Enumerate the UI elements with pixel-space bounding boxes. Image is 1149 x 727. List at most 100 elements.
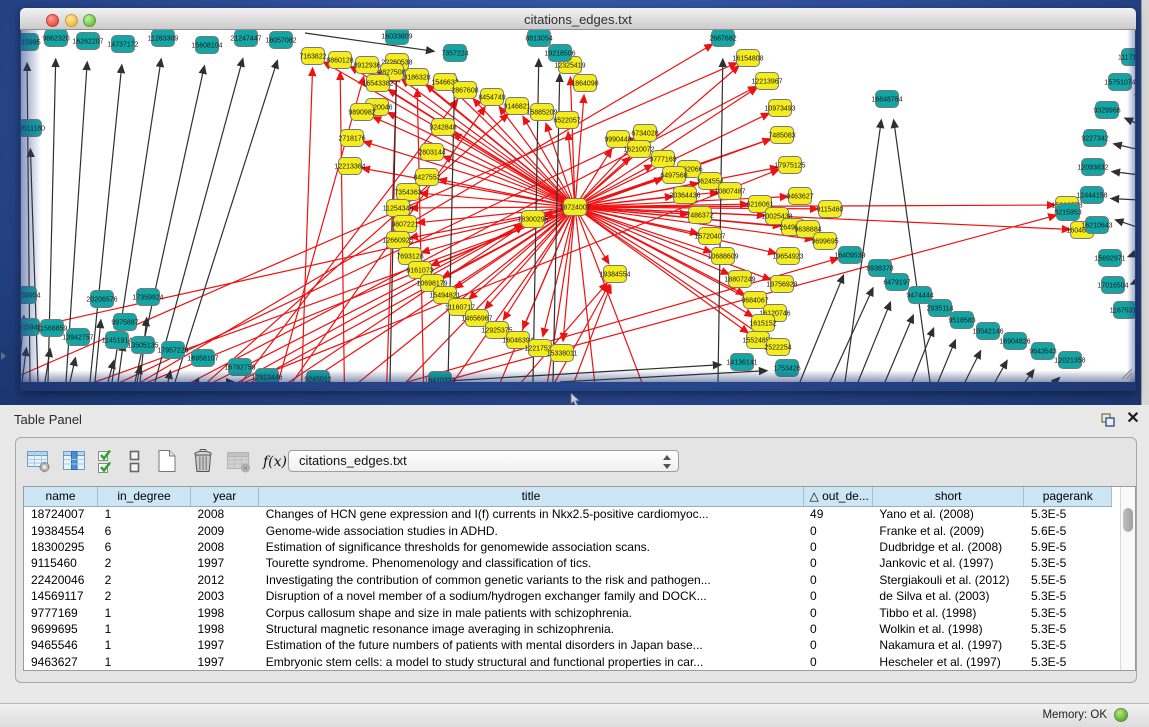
column-header-out_de[interactable]: △ out_de... xyxy=(803,487,872,506)
table-cell[interactable]: 5.5E-5 xyxy=(1024,572,1112,588)
table-cell[interactable]: 1998 xyxy=(190,621,258,637)
graph-edge[interactable] xyxy=(305,33,433,51)
table-cell[interactable]: 0 xyxy=(803,522,872,538)
collapsed-panel-arrow-icon[interactable] xyxy=(1,352,6,360)
table-cell[interactable]: 18724007 xyxy=(24,506,98,522)
table-cell[interactable]: 1997 xyxy=(190,637,258,653)
column-header-pagerank[interactable]: pagerank xyxy=(1024,487,1112,506)
citation-graph[interactable]: 1872400771638228860128891293622260538982… xyxy=(21,30,1135,382)
graph-edge[interactable] xyxy=(1132,280,1135,284)
table-cell[interactable]: 2012 xyxy=(190,572,258,588)
vertical-scrollbar[interactable] xyxy=(1120,487,1135,670)
table-row[interactable]: 911546021997Tourette syndrome. Phenomeno… xyxy=(24,555,1112,571)
table-cell[interactable]: 1 xyxy=(98,621,191,637)
table-row[interactable]: 1456911722003Disruption of a novel membe… xyxy=(24,588,1112,604)
table-cell[interactable]: Hescheler et al. (1997) xyxy=(872,654,1024,670)
select-column-icon[interactable] xyxy=(61,448,89,474)
table-cell[interactable]: 5.3E-5 xyxy=(1024,654,1112,670)
table-cell[interactable]: 2003 xyxy=(190,588,258,604)
table-cell[interactable]: 5.3E-5 xyxy=(1024,637,1112,653)
table-cell[interactable]: Franke et al. (2009) xyxy=(872,522,1024,538)
table-cell[interactable]: 5.3E-5 xyxy=(1024,621,1112,637)
table-row[interactable]: 969969511998Structural magnetic resonanc… xyxy=(24,621,1112,637)
table-row[interactable]: 946554611997Estimation of the future num… xyxy=(24,637,1112,653)
table-cell[interactable]: Nakamura et al. (1997) xyxy=(872,637,1024,653)
graph-edge[interactable] xyxy=(1055,378,1059,382)
table-cell[interactable]: Jankovic et al. (1997) xyxy=(872,555,1024,571)
table-cell[interactable]: Embryonic stem cells: a model to study s… xyxy=(259,654,803,670)
graph-edge[interactable] xyxy=(912,329,933,382)
graph-edge[interactable] xyxy=(938,341,955,382)
table-cell[interactable]: Tibbo et al. (1998) xyxy=(872,604,1024,620)
graph-edge[interactable] xyxy=(1112,199,1135,200)
graph-edge[interactable] xyxy=(995,361,1007,382)
column-header-in_degree[interactable]: in_degree xyxy=(98,487,191,506)
table-cell[interactable]: Tourette syndrome. Phenomenology and cla… xyxy=(259,555,803,571)
table-cell[interactable]: 9699695 xyxy=(24,621,98,637)
table-cell[interactable]: 2009 xyxy=(190,522,258,538)
table-cell[interactable]: 2 xyxy=(98,572,191,588)
graph-edge[interactable] xyxy=(1116,220,1135,228)
table-cell[interactable]: 6 xyxy=(98,539,191,555)
graph-edge[interactable] xyxy=(1129,252,1135,256)
table-cell[interactable]: 49 xyxy=(803,506,872,522)
table-cell[interactable]: 0 xyxy=(803,539,872,555)
table-row[interactable]: 2242004622012Investigating the contribut… xyxy=(24,572,1112,588)
table-cell[interactable]: 9463627 xyxy=(24,654,98,670)
table-cell[interactable]: Yano et al. (2008) xyxy=(872,506,1024,522)
graph-edge[interactable] xyxy=(1113,172,1135,175)
table-cell[interactable]: 5.6E-5 xyxy=(1024,522,1112,538)
table-row[interactable]: 1938455462009Genome-wide association stu… xyxy=(24,522,1112,538)
table-cell[interactable]: 1 xyxy=(98,654,191,670)
graph-edge[interactable] xyxy=(858,303,890,382)
table-cell[interactable]: 18300295 xyxy=(24,539,98,555)
graph-edge[interactable] xyxy=(885,316,913,382)
table-cell[interactable]: 14569117 xyxy=(24,588,98,604)
table-cell[interactable]: 1997 xyxy=(190,555,258,571)
table-cell[interactable]: Changes of HCN gene expression and I(f) … xyxy=(259,506,803,522)
table-cell[interactable]: 9465546 xyxy=(24,637,98,653)
table-cell[interactable]: 6 xyxy=(98,522,191,538)
table-cell[interactable]: 0 xyxy=(803,637,872,653)
table-row[interactable]: 1830029562008Estimation of significance … xyxy=(24,539,1112,555)
table-cell[interactable]: Disruption of a novel member of a sodium… xyxy=(259,588,803,604)
table-cell[interactable]: 1997 xyxy=(190,654,258,670)
table-row[interactable]: 1872400712008Changes of HCN gene express… xyxy=(24,506,1112,522)
delete-icon[interactable] xyxy=(189,448,217,474)
function-builder-icon[interactable]: f(x) xyxy=(261,448,289,474)
table-cell[interactable]: 2008 xyxy=(190,506,258,522)
window-titlebar[interactable]: citations_edges.txt xyxy=(20,8,1136,30)
column-header-name[interactable]: name xyxy=(24,487,98,506)
table-cell[interactable]: 9777169 xyxy=(24,604,98,620)
network-canvas[interactable]: 1872400771638228860128891293622260538982… xyxy=(21,30,1135,382)
table-cell[interactable]: 2008 xyxy=(190,539,258,555)
table-cell[interactable]: de Silva et al. (2003) xyxy=(872,588,1024,604)
table-cell[interactable]: 0 xyxy=(803,621,872,637)
float-panel-icon[interactable] xyxy=(1098,411,1116,429)
row-height-icon[interactable] xyxy=(125,448,145,474)
table-cell[interactable]: 0 xyxy=(803,654,872,670)
table-cell[interactable]: 9115460 xyxy=(24,555,98,571)
table-cell[interactable]: 2 xyxy=(98,588,191,604)
select-rows-icon[interactable] xyxy=(97,448,117,474)
table-cell[interactable]: 5.3E-5 xyxy=(1024,604,1112,620)
graph-edge[interactable] xyxy=(45,350,50,382)
table-cell[interactable]: Genome-wide association studies in ADHD. xyxy=(259,522,803,538)
graph-edge[interactable] xyxy=(1025,371,1033,382)
graph-edge[interactable] xyxy=(22,349,26,382)
table-cell[interactable]: 1 xyxy=(98,506,191,522)
table-cell[interactable]: Dudbridge et al. (2008) xyxy=(872,539,1024,555)
table-cell[interactable]: Estimation of the future numbers of pati… xyxy=(259,637,803,653)
resize-grip-icon[interactable] xyxy=(1119,366,1133,380)
graph-edge[interactable] xyxy=(70,359,75,382)
table-settings-icon[interactable] xyxy=(25,448,53,474)
graph-edge[interactable] xyxy=(1126,118,1135,125)
table-cell[interactable]: Stergiakouli et al. (2012) xyxy=(872,572,1024,588)
table-cell[interactable]: 1998 xyxy=(190,604,258,620)
delete-table-icon[interactable] xyxy=(225,448,253,474)
column-header-title[interactable]: title xyxy=(259,487,803,506)
table-cell[interactable]: 5.3E-5 xyxy=(1024,588,1112,604)
graph-edge[interactable] xyxy=(340,73,345,382)
graph-edge[interactable] xyxy=(575,207,600,382)
scrollbar-thumb[interactable] xyxy=(1123,508,1133,532)
